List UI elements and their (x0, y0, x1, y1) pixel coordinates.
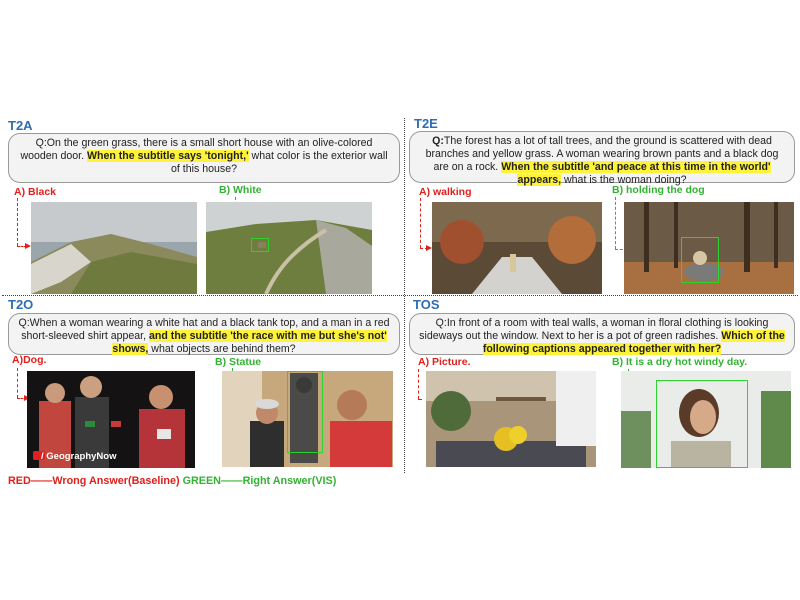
t2o-question: Q:When a woman wearing a white hat and a… (8, 313, 400, 355)
t2o-question-end: what objects are behind them? (148, 343, 296, 355)
t2o-answer-box (287, 371, 323, 453)
t2e-option-b: B) holding the dog (612, 184, 705, 196)
tos-question-text: Q:In front of a room with teal walls, a … (419, 317, 769, 342)
t2a-tag: T2A (8, 118, 33, 133)
t2a-image-a (31, 202, 197, 294)
t2e-tag: T2E (414, 116, 438, 131)
horizontal-divider (2, 295, 798, 296)
t2a-answer-box (251, 238, 269, 252)
t2o-watermark: / GeographyNow (41, 451, 117, 462)
t2e-option-a: A) walking (419, 186, 472, 198)
tos-option-a: A) Picture. (418, 356, 471, 368)
legend: RED——Wrong Answer(Baseline) GREEN——Right… (8, 475, 336, 487)
t2a-option-a: A) Black (14, 186, 57, 198)
t2e-image-a (432, 202, 602, 294)
t2o-option-a: A)Dog. (12, 354, 47, 366)
t2o-option-b: B) Statue (215, 356, 262, 368)
tos-image-a (426, 371, 596, 467)
t2e-right-connector (615, 197, 616, 249)
t2a-wrong-connector (17, 198, 18, 246)
t2o-tag: T2O (8, 297, 34, 312)
t2e-question-prefix: Q: (432, 135, 444, 147)
t2e-answer-box (681, 237, 719, 283)
tos-wrong-connector (418, 369, 419, 399)
t2o-wrong-connector (17, 368, 18, 398)
tos-answer-box (656, 380, 748, 468)
tos-option-b: B) It is a dry hot windy day. (612, 356, 748, 368)
t2e-wrong-connector (420, 198, 421, 248)
legend-right: GREEN——Right Answer(VIS) (182, 475, 337, 487)
t2a-question-highlight: When the subtitle says 'tonight,' (87, 150, 249, 162)
tos-question: Q:In front of a room with teal walls, a … (409, 313, 795, 355)
t2e-question: Q:The forest has a lot of tall trees, an… (409, 131, 795, 186)
t2a-option-b: B) White (219, 184, 262, 196)
legend-wrong: RED——Wrong Answer(Baseline) (8, 475, 180, 487)
t2a-image-b (206, 202, 372, 294)
t2a-question: Q:On the green grass, there is a small s… (8, 133, 400, 183)
tos-wrong-connector-h (418, 399, 422, 400)
tos-tag: TOS (413, 297, 440, 312)
